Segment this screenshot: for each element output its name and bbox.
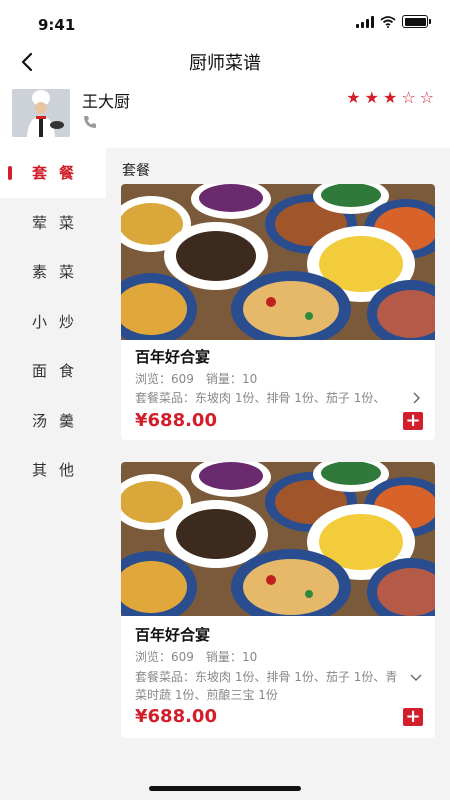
dish-image [121,184,435,340]
sidebar-item-label: 其他 [31,461,86,480]
chef-avatar [12,89,70,137]
home-indicator [149,786,301,791]
add-to-cart-button[interactable]: + [403,708,423,726]
dish-image [121,462,435,616]
status-time: 9:41 [38,16,76,34]
chef-name: 王大厨 [82,92,131,111]
star-empty-icon: ☆ [419,88,434,107]
sales-label: 销量： [205,650,242,664]
set-items: 套餐菜品：东坡肉 1份、排骨 1份、茄子 1份、青菜时蔬 1份、煎酿三宝 1份 [135,670,398,702]
chevron-right-icon[interactable] [409,391,423,405]
signal-icon [356,15,374,28]
dish-stats: 浏览：609 销量：10 [135,370,257,387]
views-label: 浏览： [135,372,172,386]
status-icons [356,15,431,28]
dish-name: 百年好合宴 [135,348,211,366]
star-filled-icon: ★ [382,88,398,107]
views-label: 浏览： [135,650,172,664]
nav-bar: 厨师菜谱 [0,44,450,80]
sidebar-item-soup[interactable]: 汤羹 [0,396,106,446]
sales-count: 10 [241,650,258,664]
add-to-cart-button[interactable]: + [403,412,423,430]
sidebar-item-label: 汤羹 [31,411,86,430]
sidebar-item-label: 面食 [31,362,86,381]
menu-card[interactable]: 百年好合宴 浏览：609 销量：10 套餐菜品：东坡肉 1份、排骨 1份、茄子 … [121,462,435,738]
section-title: 套餐 [122,163,150,179]
sidebar-item-vegetarian[interactable]: 素菜 [0,247,106,297]
phone-icon[interactable] [82,114,98,130]
battery-icon [402,15,431,28]
set-items: 套餐菜品：东坡肉 1份、排骨 1份、茄子 1份、 [135,391,386,405]
sidebar-item-stir-fry[interactable]: 小炒 [0,297,106,347]
star-filled-icon: ★ [364,88,379,107]
views-count: 609 [171,372,194,386]
views-count: 609 [171,650,194,664]
sidebar-item-label: 荤菜 [31,213,86,232]
chevron-down-icon[interactable] [409,670,423,684]
dish-name: 百年好合宴 [135,626,211,644]
menu-list: 套餐 百年好合宴 浏览：609 销量：10 套餐菜品：东坡肉 1份、排骨 1份、… [106,148,450,800]
sidebar-item-label: 套餐 [31,164,86,183]
page-title: 厨师菜谱 [189,53,261,74]
dish-stats: 浏览：609 销量：10 [135,648,257,665]
sidebar-item-noodles[interactable]: 面食 [0,346,106,396]
sidebar-item-label: 小炒 [31,312,86,331]
chef-header: 王大厨 ★ ★ ★ ☆ ☆ [0,80,450,148]
sidebar-item-label: 素菜 [31,263,86,282]
status-bar: 9:41 [0,0,450,44]
dish-price: ¥688.00 [135,706,217,727]
sidebar-item-other[interactable]: 其他 [0,445,106,495]
dish-price: ¥688.00 [135,410,217,431]
menu-card[interactable]: 百年好合宴 浏览：609 销量：10 套餐菜品：东坡肉 1份、排骨 1份、茄子 … [121,184,435,440]
star-empty-icon: ☆ [401,88,416,107]
wifi-icon [380,15,396,28]
sales-label: 销量： [205,372,242,386]
category-sidebar: 套餐 荤菜 素菜 小炒 面食 汤羹 其他 [0,148,106,800]
sales-count: 10 [241,372,258,386]
sidebar-item-meat[interactable]: 荤菜 [0,198,106,248]
star-filled-icon: ★ [346,88,361,107]
sidebar-item-set-meal[interactable]: 套餐 [0,148,106,198]
rating-stars: ★ ★ ★ ☆ ☆ [346,88,434,107]
